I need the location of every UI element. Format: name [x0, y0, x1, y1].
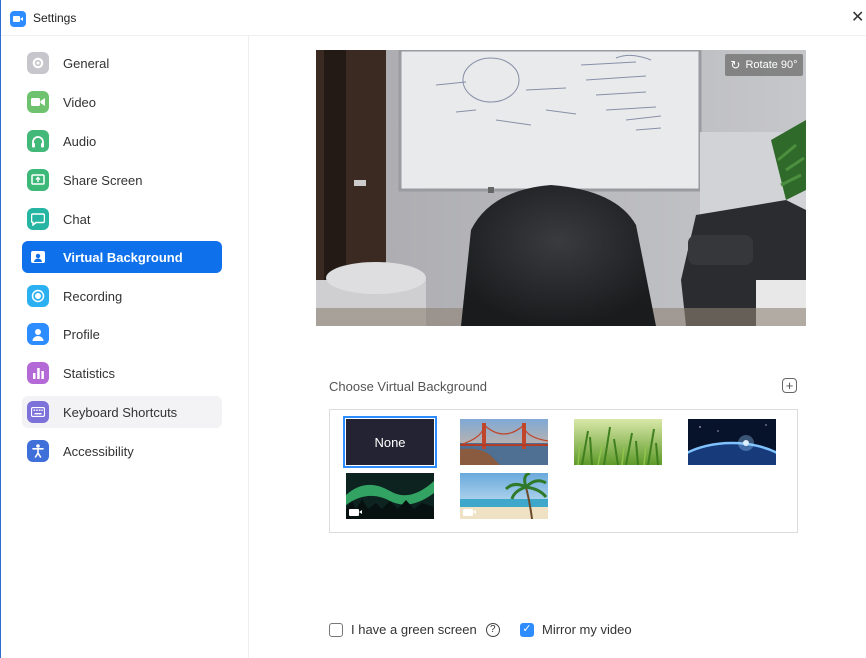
sidebar-item-label: Audio — [63, 133, 97, 149]
sidebar-item-label: Accessibility — [63, 443, 134, 459]
close-icon[interactable]: ✕ — [851, 10, 864, 26]
background-none-option[interactable]: None — [343, 416, 437, 468]
sidebar-item-general[interactable]: General — [22, 47, 222, 79]
chat-bubble-icon — [27, 208, 49, 230]
sidebar-item-label: Video — [63, 94, 97, 110]
mirror-video-checkbox[interactable]: ✓ — [520, 622, 534, 637]
sidebar-item-label: Recording — [63, 288, 123, 304]
rotate-icon: ↻ — [730, 58, 741, 72]
recording-icon — [27, 285, 49, 307]
video-camera-icon — [349, 509, 362, 516]
video-preview: ↻ Rotate 90° — [316, 50, 806, 326]
green-screen-label: I have a green screen — [351, 622, 477, 637]
green-screen-option: I have a green screen ? — [329, 622, 500, 637]
statistics-icon — [27, 362, 49, 384]
sidebar-item-label: Chat — [63, 211, 91, 227]
settings-window: Settings ✕ General Video Audio Share Scr… — [0, 0, 866, 658]
title-bar: Settings ✕ — [1, 0, 866, 36]
sidebar-item-label: Virtual Background — [63, 249, 183, 265]
sidebar-item-label: Statistics — [63, 365, 116, 381]
background-green-grass[interactable] — [574, 419, 662, 465]
background-golden-gate-bridge[interactable] — [460, 419, 548, 465]
green-screen-checkbox[interactable] — [329, 622, 343, 637]
checkmark-icon: ✓ — [522, 623, 532, 635]
background-beach-palm-tree[interactable] — [460, 473, 548, 519]
background-earth-from-space[interactable] — [688, 419, 776, 465]
background-aurora-borealis[interactable] — [346, 473, 434, 519]
sidebar-item-statistics[interactable]: Statistics — [22, 357, 222, 389]
video-camera-icon — [27, 91, 49, 113]
video-camera-icon — [463, 509, 476, 516]
choose-virtual-background-label: Choose Virtual Background — [329, 379, 488, 394]
share-screen-icon — [27, 169, 49, 191]
mirror-video-option: ✓ Mirror my video — [520, 622, 632, 637]
help-icon[interactable]: ? — [485, 622, 500, 637]
zoom-app-icon — [10, 11, 26, 27]
sidebar-item-label: General — [63, 55, 110, 71]
sidebar-item-label: Keyboard Shortcuts — [63, 404, 178, 420]
sidebar-item-share-screen[interactable]: Share Screen — [22, 164, 222, 196]
headphones-icon — [27, 130, 49, 152]
background-thumbnail-grid: None — [329, 409, 798, 533]
sidebar-item-keyboard-shortcuts[interactable]: Keyboard Shortcuts — [22, 396, 222, 428]
sidebar-item-label: Profile — [63, 326, 100, 342]
sidebar-item-video[interactable]: Video — [22, 86, 222, 118]
sidebar-item-audio[interactable]: Audio — [22, 125, 222, 157]
virtual-background-panel: ↻ Rotate 90° Choose Virtual Background +… — [249, 36, 866, 658]
accessibility-icon — [27, 440, 49, 462]
keyboard-icon — [27, 401, 49, 423]
sidebar-item-recording[interactable]: Recording — [22, 280, 222, 312]
mirror-video-label: Mirror my video — [542, 622, 632, 637]
add-background-icon[interactable]: + — [782, 378, 797, 393]
sidebar-item-chat[interactable]: Chat — [22, 203, 222, 235]
window-title: Settings — [33, 11, 77, 25]
sidebar-item-virtual-background[interactable]: Virtual Background — [22, 241, 222, 273]
camera-preview-image — [316, 50, 806, 326]
profile-icon — [27, 323, 49, 345]
sidebar-item-label: Share Screen — [63, 172, 143, 188]
rotate-label: Rotate 90° — [745, 59, 798, 71]
sidebar-item-profile[interactable]: Profile — [22, 318, 222, 350]
settings-sidebar: General Video Audio Share Screen Chat Vi… — [2, 36, 249, 658]
virtual-background-icon — [27, 246, 49, 268]
sidebar-item-accessibility[interactable]: Accessibility — [22, 435, 222, 467]
gear-icon — [27, 52, 49, 74]
rotate-button[interactable]: ↻ Rotate 90° — [725, 54, 803, 76]
